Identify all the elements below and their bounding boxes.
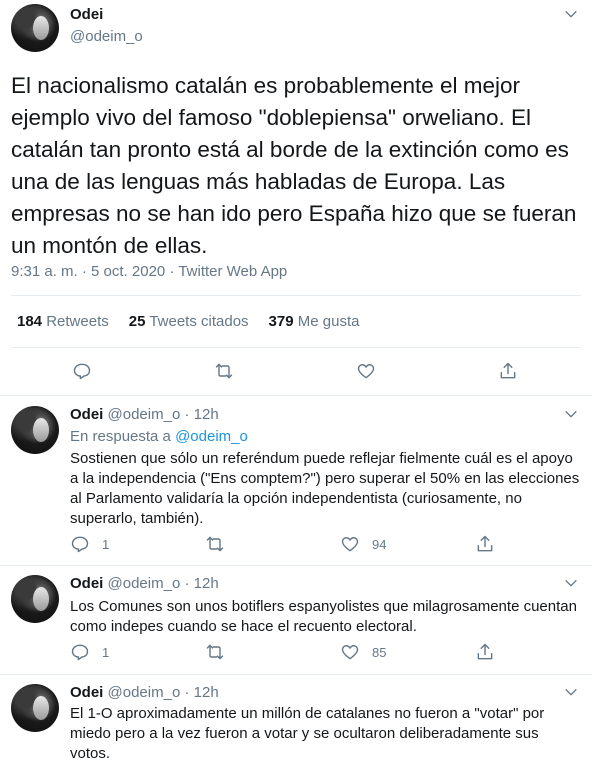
share-button[interactable] bbox=[475, 533, 495, 555]
tweet-meta[interactable]: 9:31 a. m. · 5 oct. 2020 · Twitter Web A… bbox=[11, 263, 287, 280]
divider bbox=[11, 295, 581, 296]
retweet-button[interactable] bbox=[214, 360, 234, 382]
heart-icon bbox=[341, 537, 359, 552]
reply-header: Odei @odeim_o · 12h bbox=[70, 684, 219, 701]
tweet-text: El nacionalismo catalán es probablemente… bbox=[11, 73, 577, 258]
share-button[interactable] bbox=[498, 360, 518, 382]
separator-dot: · bbox=[184, 406, 190, 423]
tweet-stats: 184 Retweets 25 Tweets citados 379 Me gu… bbox=[17, 313, 379, 330]
heart-icon bbox=[357, 364, 375, 379]
author-handle[interactable]: @odeim_o bbox=[108, 406, 181, 423]
reply-icon bbox=[71, 536, 89, 553]
likes-stat[interactable]: 379 Me gusta bbox=[269, 313, 360, 330]
divider bbox=[0, 674, 592, 675]
avatar[interactable] bbox=[11, 4, 59, 52]
like-button[interactable] bbox=[356, 360, 376, 382]
divider bbox=[11, 347, 581, 348]
share-icon bbox=[477, 643, 493, 660]
share-icon bbox=[500, 362, 516, 379]
author-handle[interactable]: @odeim_o bbox=[108, 684, 181, 701]
timestamp[interactable]: 12h bbox=[194, 575, 219, 592]
timestamp[interactable]: 12h bbox=[194, 684, 219, 701]
tweet-text: El 1-O aproximadamente un millón de cata… bbox=[70, 705, 545, 761]
reply-icon bbox=[71, 644, 89, 661]
like-count: 94 bbox=[372, 536, 387, 552]
author-handle[interactable]: @odeim_o bbox=[70, 28, 143, 45]
author-name[interactable]: Odei bbox=[70, 406, 103, 423]
avatar[interactable] bbox=[11, 406, 59, 454]
reply-to-label: En respuesta a bbox=[70, 428, 171, 445]
timestamp[interactable]: 12h bbox=[194, 406, 219, 423]
author-name[interactable]: Odei bbox=[70, 684, 103, 701]
tweet-text: Los Comunes son unos botiflers espanyoli… bbox=[70, 598, 577, 635]
avatar[interactable] bbox=[11, 684, 59, 732]
reply-context: En respuesta a @odeim_o bbox=[70, 428, 248, 445]
tweet-text: Sostienen que sólo un referéndum puede r… bbox=[70, 450, 580, 527]
reply-button[interactable]: 1 bbox=[70, 533, 109, 555]
retweet-button[interactable] bbox=[205, 533, 225, 555]
reply-header: Odei @odeim_o · 12h bbox=[70, 575, 219, 592]
chevron-down-icon[interactable] bbox=[562, 575, 580, 593]
chevron-down-icon[interactable] bbox=[562, 406, 580, 424]
separator-dot: · bbox=[184, 575, 190, 592]
chevron-down-icon[interactable] bbox=[562, 684, 580, 702]
reply-button[interactable]: 1 bbox=[70, 641, 109, 663]
separator-dot: · bbox=[184, 684, 190, 701]
author-handle[interactable]: @odeim_o bbox=[108, 575, 181, 592]
reply-button[interactable] bbox=[72, 360, 92, 382]
reply-icon bbox=[73, 363, 91, 380]
avatar[interactable] bbox=[11, 575, 59, 623]
heart-icon bbox=[341, 645, 359, 660]
divider bbox=[0, 395, 592, 396]
divider bbox=[0, 565, 592, 566]
like-button[interactable]: 94 bbox=[340, 533, 386, 555]
reply-header: Odei @odeim_o · 12h bbox=[70, 406, 219, 423]
retweets-stat[interactable]: 184 Retweets bbox=[17, 313, 109, 330]
like-button[interactable]: 85 bbox=[340, 641, 386, 663]
retweet-icon bbox=[206, 644, 224, 660]
share-button[interactable] bbox=[475, 641, 495, 663]
retweet-icon bbox=[215, 363, 233, 379]
like-count: 85 bbox=[372, 644, 387, 660]
reply-count: 1 bbox=[102, 536, 110, 552]
chevron-down-icon[interactable] bbox=[562, 6, 580, 24]
author-name[interactable]: Odei bbox=[70, 575, 103, 592]
reply-to-mention[interactable]: @odeim_o bbox=[175, 428, 248, 445]
author-name[interactable]: Odei bbox=[70, 6, 103, 23]
share-icon bbox=[477, 535, 493, 552]
reply-count: 1 bbox=[102, 644, 110, 660]
quotes-stat[interactable]: 25 Tweets citados bbox=[129, 313, 249, 330]
retweet-icon bbox=[206, 536, 224, 552]
retweet-button[interactable] bbox=[205, 641, 225, 663]
